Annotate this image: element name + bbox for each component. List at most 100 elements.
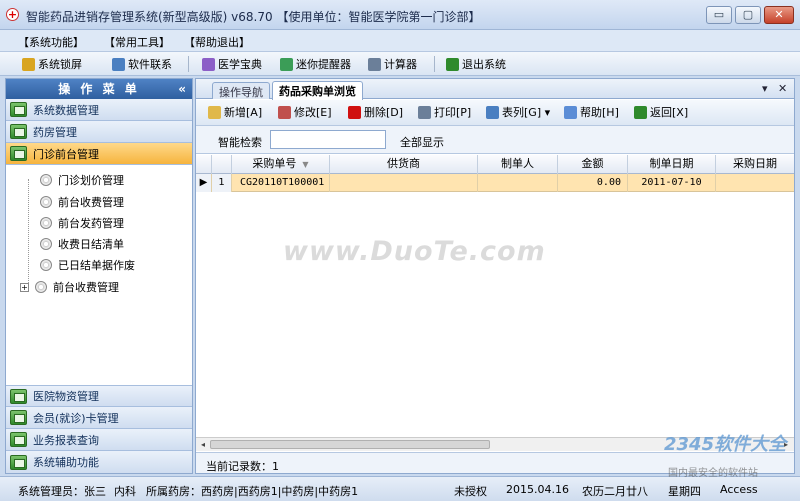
new-button[interactable]: 新增[A] — [208, 104, 262, 120]
main-toolbar: 系统锁屏 软件联系 医学宝典 迷你提醒器 计算器 退出系统 — [0, 52, 800, 76]
tab-menu-icon[interactable]: ▾ — [762, 82, 768, 95]
minimize-button[interactable]: ▭ — [706, 6, 732, 24]
exit-system-button[interactable]: 退出系统 — [446, 56, 506, 72]
cell-created-date[interactable]: 2011-07-10 — [628, 174, 716, 192]
cell-order-no[interactable]: CG20110T100001 — [232, 174, 330, 192]
badge-logo: 2345软件大全 — [664, 434, 787, 455]
app-cross-icon: + — [6, 8, 19, 21]
new-icon — [208, 105, 221, 119]
return-button[interactable]: 返回[X] — [634, 104, 688, 120]
module-icon — [10, 102, 27, 117]
columns-icon — [486, 105, 499, 119]
expand-icon[interactable]: + — [20, 282, 29, 292]
tab-strip: 操作导航 药品采购单浏览 ▾ ✕ — [196, 79, 794, 100]
column-header-amount[interactable]: 金额 — [558, 155, 628, 174]
record-count: 当前记录数：1 — [206, 460, 279, 473]
sidebar-collapse-icon[interactable]: « — [178, 79, 186, 99]
status-department: 内科 — [114, 485, 136, 498]
mini-reminder-button[interactable]: 迷你提醒器 — [280, 56, 351, 72]
tree-item-void-settlement[interactable]: 已日结单据作废 — [40, 255, 135, 275]
module-icon — [10, 454, 27, 470]
module-icon — [10, 146, 27, 161]
medical-book-button[interactable]: 医学宝典 — [202, 56, 262, 72]
status-pharmacy: 所属药房：西药房|西药房1|中药房|中药房1 — [146, 485, 359, 498]
header-rownum — [212, 155, 232, 174]
tree-connector — [28, 179, 29, 289]
column-header-creator[interactable]: 制单人 — [478, 155, 558, 174]
module-icon — [10, 432, 27, 447]
watermark-badge: 2345软件大全 国内最安全的软件站 — [664, 430, 794, 479]
node-icon — [40, 217, 52, 229]
tab-purchase-orders[interactable]: 药品采购单浏览 — [272, 81, 363, 100]
node-icon — [35, 281, 47, 293]
lock-icon — [22, 57, 35, 71]
menu-help-exit[interactable]: 【帮助退出】 — [184, 34, 250, 50]
sidebar-group-supplies[interactable]: 医院物资管理 — [6, 385, 192, 407]
module-icon — [10, 388, 27, 404]
column-header-order-no[interactable]: 采购单号 ▼ — [232, 155, 330, 174]
node-icon — [40, 174, 52, 186]
exit-icon — [446, 57, 459, 71]
columns-button[interactable]: 表列[G] ▾ — [486, 104, 550, 120]
sidebar-group-reports[interactable]: 业务报表查询 — [6, 429, 192, 451]
tree-item-dispensing[interactable]: 前台发药管理 — [40, 213, 124, 233]
calculator-button[interactable]: 计算器 — [368, 56, 417, 72]
status-lunar-date: 农历二月廿八 — [582, 485, 648, 498]
menu-common-tools[interactable]: 【常用工具】 — [104, 34, 170, 50]
table-row[interactable]: ▶ 1 CG20110T100001 0.00 2011-07-10 — [196, 174, 794, 192]
module-icon — [10, 124, 27, 139]
tree-item-front-charge[interactable]: 前台收费管理 — [40, 192, 124, 212]
tree-item-pricing[interactable]: 门诊划价管理 — [40, 170, 124, 190]
column-header-created-date[interactable]: 制单日期 — [628, 155, 716, 174]
tab-close-icon[interactable]: ✕ — [778, 82, 787, 95]
search-input[interactable] — [270, 130, 386, 149]
edit-button[interactable]: 修改[E] — [278, 104, 332, 120]
header-indicator — [196, 155, 212, 174]
delete-button[interactable]: 删除[D] — [348, 104, 403, 120]
sidebar-group-system-data[interactable]: 系统数据管理 — [6, 99, 192, 121]
status-database: Access — [720, 483, 758, 496]
sort-down-icon: ▼ — [302, 160, 309, 169]
cell-amount[interactable]: 0.00 — [558, 174, 628, 192]
cell-creator[interactable] — [478, 174, 558, 192]
cell-purchase-date[interactable] — [716, 174, 794, 192]
sidebar: 操 作 菜 单 « 系统数据管理 药房管理 门诊前台管理 门诊划价管理 前台收费… — [5, 78, 193, 474]
delete-icon — [348, 105, 361, 119]
status-bar: 系统管理员：张三 内科 所属药房：西药房|西药房1|中药房|中药房1 未授权 2… — [0, 476, 800, 501]
toolbar-separator — [434, 56, 435, 72]
search-bar: 智能检索 全部显示 — [196, 126, 794, 154]
book-icon — [202, 57, 215, 71]
help-icon — [564, 105, 577, 119]
menu-system-functions[interactable]: 【系统功能】 — [18, 34, 84, 50]
bell-icon — [280, 57, 293, 71]
maximize-button[interactable]: ▢ — [735, 6, 761, 24]
sidebar-group-outpatient-front[interactable]: 门诊前台管理 — [6, 143, 192, 165]
badge-subtitle: 国内最安全的软件站 — [668, 468, 758, 479]
tab-navigation[interactable]: 操作导航 — [212, 82, 270, 99]
tree-item-daily-settlement[interactable]: 收费日结清单 — [40, 234, 124, 254]
return-icon — [634, 105, 647, 119]
row-indicator-icon: ▶ — [196, 174, 212, 192]
sidebar-group-pharmacy[interactable]: 药房管理 — [6, 121, 192, 143]
lock-screen-button[interactable]: 系统锁屏 — [22, 56, 82, 72]
show-all-button[interactable]: 全部显示 — [400, 134, 444, 150]
column-header-purchase-date[interactable]: 采购日期 — [716, 155, 794, 174]
column-header-supplier[interactable]: 供货商 — [330, 155, 478, 174]
sidebar-group-aux[interactable]: 系统辅助功能 — [6, 451, 192, 473]
scroll-left-icon[interactable]: ◂ — [197, 439, 209, 450]
sidebar-header: 操 作 菜 单 « — [6, 79, 192, 99]
help-button[interactable]: 帮助[H] — [564, 104, 619, 120]
tree-item-front-charge-2[interactable]: + 前台收费管理 — [20, 277, 119, 297]
status-operator: 系统管理员：张三 — [18, 485, 106, 498]
main-panel: 操作导航 药品采购单浏览 ▾ ✕ 新增[A] 修改[E] 删除[D] 打印[P]… — [195, 78, 795, 474]
print-button[interactable]: 打印[P] — [418, 104, 471, 120]
node-icon — [40, 259, 52, 271]
scroll-thumb[interactable] — [210, 440, 490, 449]
row-number: 1 — [212, 174, 232, 192]
search-label: 智能检索 — [218, 136, 262, 149]
close-button[interactable]: ✕ — [764, 6, 794, 24]
contact-button[interactable]: 软件联系 — [112, 56, 172, 72]
cell-supplier[interactable] — [330, 174, 478, 192]
sidebar-group-member-card[interactable]: 会员(就诊)卡管理 — [6, 407, 192, 429]
print-icon — [418, 105, 431, 119]
